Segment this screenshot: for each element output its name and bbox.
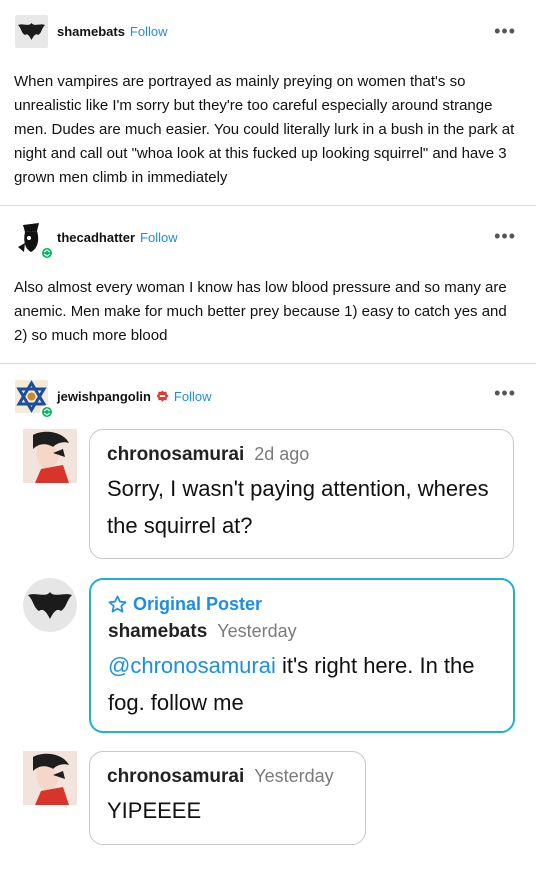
reply-text: @chronosamurai it's right here. In the f… [108, 647, 497, 721]
op-reply-bubble: Original Poster shamebats Yesterday @chro… [89, 578, 515, 733]
reply-avatar-shamebats[interactable] [23, 578, 77, 632]
original-poster-label: Original Poster [108, 594, 497, 615]
post-username[interactable]: thecadhatter [57, 230, 135, 245]
reply-avatar-chronosamurai[interactable] [23, 751, 77, 805]
follow-button[interactable]: Follow [174, 389, 212, 404]
reblog-badge-icon [40, 245, 54, 260]
reply-timestamp: Yesterday [217, 621, 297, 641]
follow-button[interactable]: Follow [130, 24, 168, 39]
more-options-icon[interactable]: ••• [494, 22, 516, 40]
more-options-icon[interactable]: ••• [494, 384, 516, 402]
reply-timestamp: 2d ago [254, 444, 310, 464]
post-header-jewishpangolin: jewishpangolin Follow [15, 379, 212, 419]
original-poster-text: Original Poster [133, 594, 263, 614]
badge-icon [156, 390, 169, 402]
follow-button[interactable]: Follow [140, 230, 178, 245]
reply-text: YIPEEEE [107, 798, 202, 823]
reply-timestamp: Yesterday [254, 766, 334, 786]
bat-avatar-icon [15, 14, 48, 48]
reply-avatar-chronosamurai[interactable] [23, 429, 77, 483]
post-body-text: Also almost every woman I know has low b… [14, 279, 507, 344]
star-icon [108, 595, 127, 613]
anime-avatar-icon [23, 751, 77, 805]
reply-username[interactable]: chronosamurai [107, 766, 244, 787]
more-options-icon[interactable]: ••• [494, 227, 516, 245]
reblog-badge-icon [40, 404, 54, 419]
post-header-shamebats: shamebats Follow [15, 14, 168, 48]
reply-text: Sorry, I wasn't paying attention, wheres… [107, 476, 489, 538]
post-header-thecadhatter: thecadhatter Follow [15, 220, 178, 260]
avatar-shamebats[interactable] [15, 14, 48, 48]
post-username[interactable]: shamebats [57, 24, 125, 39]
post-divider [0, 363, 536, 364]
reply-bubble: chronosamurai Yesterday YIPEEEE [89, 751, 366, 845]
reply-bubble: chronosamurai 2d ago Sorry, I wasn't payi… [89, 429, 514, 559]
avatar-thecadhatter[interactable] [15, 220, 54, 260]
reply-username[interactable]: shamebats [108, 621, 207, 642]
mention-link[interactable]: @chronosamurai [108, 653, 276, 678]
anime-avatar-icon [23, 429, 77, 483]
post-username[interactable]: jewishpangolin [57, 389, 151, 404]
post-divider [0, 205, 536, 206]
reply-username[interactable]: chronosamurai [107, 444, 244, 465]
bat-avatar-icon [23, 578, 77, 632]
avatar-jewishpangolin[interactable] [15, 379, 54, 419]
post-body-text: When vampires are portrayed as mainly pr… [14, 73, 515, 186]
